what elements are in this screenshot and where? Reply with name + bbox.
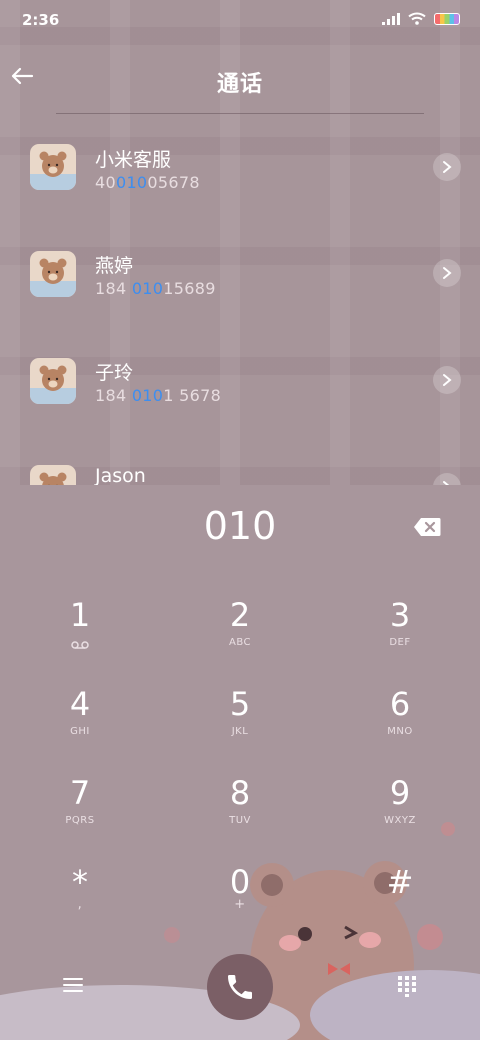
avatar [30,465,76,485]
contact-item[interactable]: 小米客服 4001005678 [0,114,480,220]
status-icons [382,12,460,25]
contact-detail-button[interactable] [433,473,461,485]
chevron-right-icon [443,481,450,485]
key-4[interactable]: 4 GHI [0,679,160,768]
header: 通话 [0,50,480,110]
contact-name: 燕婷 [95,255,134,277]
key-6[interactable]: 6 MNO [320,679,480,768]
dial-input-row: 010 [0,500,480,560]
key-star[interactable]: * , [0,857,160,946]
phone-icon [228,975,252,999]
contact-phone: 184 01015689 [95,279,216,298]
contact-detail-button[interactable] [433,153,461,181]
contact-item[interactable]: Jason [0,434,480,485]
contact-item[interactable]: 子玲 184 0101 5678 [0,327,480,433]
key-2[interactable]: 2 ABC [160,590,320,679]
contact-name: 子玲 [95,362,134,384]
backspace-icon[interactable] [413,517,441,537]
chevron-right-icon [443,161,452,173]
key-7[interactable]: 7 PQRS [0,768,160,857]
wifi-icon [408,12,426,25]
avatar [30,144,76,190]
key-1[interactable]: 1 [0,590,160,679]
keypad-grid-icon[interactable] [397,975,417,997]
contact-phone: 184 0101 5678 [95,386,222,405]
contact-detail-button[interactable] [433,259,461,287]
dialed-number[interactable]: 010 [0,504,480,548]
status-bar: 2:36 [0,0,480,40]
menu-icon[interactable] [62,976,84,994]
key-hash[interactable]: # [320,857,480,946]
contact-name: Jason [95,465,146,485]
chevron-right-icon [443,267,452,279]
avatar [30,251,76,297]
contact-list[interactable]: 小米客服 4001005678 燕婷 184 01015689 子玲 184 0… [0,114,480,485]
key-3[interactable]: 3 DEF [320,590,480,679]
contact-phone: 4001005678 [95,173,200,192]
avatar [30,358,76,404]
battery-icon [434,12,460,25]
voicemail-icon [71,641,89,649]
page-title: 通话 [216,72,263,97]
contact-name: 小米客服 [95,149,172,171]
contact-detail-button[interactable] [433,366,461,394]
bottom-bar [0,940,480,1040]
status-time: 2:36 [22,11,60,29]
call-button[interactable] [207,954,273,1020]
key-8[interactable]: 8 TUV [160,768,320,857]
signal-icon [382,12,400,25]
key-0[interactable]: 0 + [160,857,320,946]
key-5[interactable]: 5 JKL [160,679,320,768]
key-9[interactable]: 9 WXYZ [320,768,480,857]
chevron-right-icon [443,374,452,386]
contact-item[interactable]: 燕婷 184 01015689 [0,220,480,326]
